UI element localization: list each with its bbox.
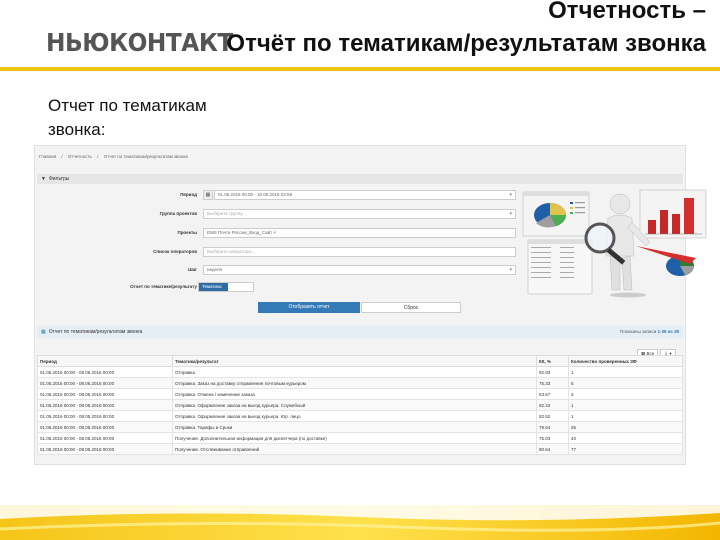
project-group-label: Группа проектов [159, 211, 197, 216]
chevron-down-icon: ▾ [509, 267, 512, 273]
cell-checked-count: 1 [568, 410, 683, 422]
table-row[interactable]: 01.05.2016 00:00 - 08.05.2016 00:00 Отпра… [37, 377, 683, 389]
report-header: ▦ Отчет по тематикам/результатам звонка П… [37, 326, 683, 338]
cell-topic: Отправка. Заказ на доставку отправления … [172, 377, 537, 389]
cell-period: 01.05.2016 00:00 - 08.05.2016 00:00 [37, 377, 173, 389]
cell-period: 01.05.2016 00:00 - 08.05.2016 00:00 [37, 388, 173, 400]
filters-title: Фильтры [48, 176, 70, 182]
bar-chart-card-icon [639, 189, 707, 239]
cell-checked-count: 77 [568, 443, 683, 455]
company-logo: НЬЮКОНТАКТ [46, 28, 233, 57]
cell-topic: Отправка. Тарифы и Сроки [172, 421, 537, 433]
report-by-label: Отчет по тематике/результату [130, 284, 197, 289]
cell-topic: Получение. Отслеживание отправлений [172, 443, 537, 455]
operators-select[interactable]: Выберите оператора... [203, 247, 516, 257]
projects-label: Проекты [177, 230, 197, 235]
cell-period: 01.05.2016 00:00 - 08.05.2016 00:00 [37, 443, 173, 455]
cell-period: 01.05.2016 00:00 - 08.05.2016 00:00 [37, 410, 173, 422]
period-label: Период [180, 192, 197, 197]
paging-prefix: Показаны записи [620, 329, 657, 334]
project-group-select[interactable]: Выберите группу... ▾ [203, 209, 516, 219]
breadcrumb-home[interactable]: Главная [39, 154, 56, 159]
filters-header[interactable]: ▼ Фильтры [37, 174, 683, 184]
footer-decoration [0, 505, 720, 540]
table-row[interactable]: 01.05.2016 00:00 - 08.05.2016 00:00 Отпра… [37, 366, 683, 378]
projects-value: EMS Почта России_Вход_Сайт × [207, 230, 277, 235]
cell-checked-count: 26 [568, 421, 683, 433]
operators-label: Список операторов [153, 249, 197, 254]
projects-select[interactable]: EMS Почта России_Вход_Сайт × [203, 228, 516, 238]
cell-checked-count: 5 [568, 377, 683, 389]
cell-topic: Получение. Дополнительная информация для… [172, 432, 537, 444]
cell-topic: Отправка. Оформление заказа на выезд кур… [172, 399, 537, 411]
filter-icon: ▼ [41, 176, 46, 182]
step-select[interactable]: неделя ▾ [203, 265, 516, 275]
report-table: Период Тематика/результат КК, % Количест… [37, 355, 683, 455]
cell-period: 01.05.2016 00:00 - 08.05.2016 00:00 [37, 399, 173, 411]
cell-period: 01.05.2016 00:00 - 08.05.2016 00:00 [37, 366, 173, 378]
paging-info: Показаны записи 1-38 из 38 [620, 326, 679, 338]
cell-checked-count: 40 [568, 432, 683, 444]
column-header-kk[interactable]: КК, % [536, 355, 569, 367]
period-value: 01.05.2016 00:00 - 15.05.2016 23:59 [218, 192, 293, 197]
reset-button[interactable]: Сброс [361, 302, 461, 313]
report-by-value: Тематика [199, 283, 228, 291]
table-header-row: Период Тематика/результат КК, % Количест… [37, 355, 683, 367]
cell-kk: 82.52 [536, 410, 569, 422]
paging-range: 1-38 из 38 [657, 329, 679, 334]
header-divider [0, 67, 720, 71]
operators-placeholder: Выберите оператора... [207, 249, 255, 254]
table-row[interactable]: 01.05.2016 00:00 - 08.05.2016 00:00 Получ… [37, 432, 683, 444]
cell-period: 01.05.2016 00:00 - 08.05.2016 00:00 [37, 421, 173, 433]
cell-kk: 79.64 [536, 421, 569, 433]
report-title: Отчет по тематикам/результатам звонка [48, 329, 143, 335]
table-card-icon [527, 239, 593, 295]
project-group-placeholder: Выберите группу... [207, 211, 246, 216]
column-header-period[interactable]: Период [37, 355, 173, 367]
breadcrumb-current: Отчет по тематикам/результатам звонка [103, 154, 188, 159]
table-icon: ▦ [41, 329, 46, 335]
breadcrumb-separator: / [61, 154, 63, 159]
cell-kk: 53.67 [536, 388, 569, 400]
report-illustration [522, 189, 707, 298]
cell-period: 01.05.2016 00:00 - 08.05.2016 00:00 [37, 432, 173, 444]
step-label: Шаг [188, 267, 197, 272]
show-report-button[interactable]: Отобразить отчет [258, 302, 360, 313]
column-header-topic[interactable]: Тематика/результат [172, 355, 537, 367]
breadcrumb: Главная / Отчетность / Отчет по тематика… [39, 154, 192, 159]
cell-topic: Отправка. Оформление заказа на выезд кур… [172, 410, 537, 422]
cell-kk: 75.03 [536, 432, 569, 444]
cell-kk: 92.33 [536, 399, 569, 411]
table-row[interactable]: 01.05.2016 00:00 - 08.05.2016 00:00 Отпра… [37, 410, 683, 422]
chevron-down-icon: ▾ [509, 211, 512, 217]
slide-title-line-2: Отчёт по тематикам/результатам звонка [226, 30, 706, 57]
column-header-checked-count[interactable]: Количество проверенных ЗФ [568, 355, 683, 367]
report-by-toggle[interactable]: Тематика [198, 282, 254, 292]
cell-kk: 80.64 [536, 443, 569, 455]
chevron-down-icon: ▾ [509, 192, 512, 198]
period-input[interactable]: 01.05.2016 00:00 - 15.05.2016 23:59 ▾ [214, 190, 516, 200]
pie-chart-card-icon [522, 191, 590, 237]
cell-kk: 75.33 [536, 377, 569, 389]
cell-checked-count: 1 [568, 399, 683, 411]
cell-topic: Отправка. Отмена / изменение заказа [172, 388, 537, 400]
table-row[interactable]: 01.05.2016 00:00 - 08.05.2016 00:00 Отпра… [37, 399, 683, 411]
cell-checked-count: 3 [568, 388, 683, 400]
cell-kk: 92.93 [536, 366, 569, 378]
slide-subtitle: Отчет по тематикам звонка: [48, 96, 207, 139]
cell-checked-count: 1 [568, 366, 683, 378]
table-row[interactable]: 01.05.2016 00:00 - 08.05.2016 00:00 Получ… [37, 443, 683, 455]
table-row[interactable]: 01.05.2016 00:00 - 08.05.2016 00:00 Отпра… [37, 421, 683, 433]
step-value: неделя [207, 267, 222, 272]
breadcrumb-reports[interactable]: Отчетность [68, 154, 92, 159]
slide-title-line-1: Отчетность – [548, 0, 706, 24]
cell-topic: Отправка [172, 366, 537, 378]
table-row[interactable]: 01.05.2016 00:00 - 08.05.2016 00:00 Отпра… [37, 388, 683, 400]
calendar-icon[interactable]: ▦ [203, 190, 213, 200]
breadcrumb-separator: / [97, 154, 99, 159]
